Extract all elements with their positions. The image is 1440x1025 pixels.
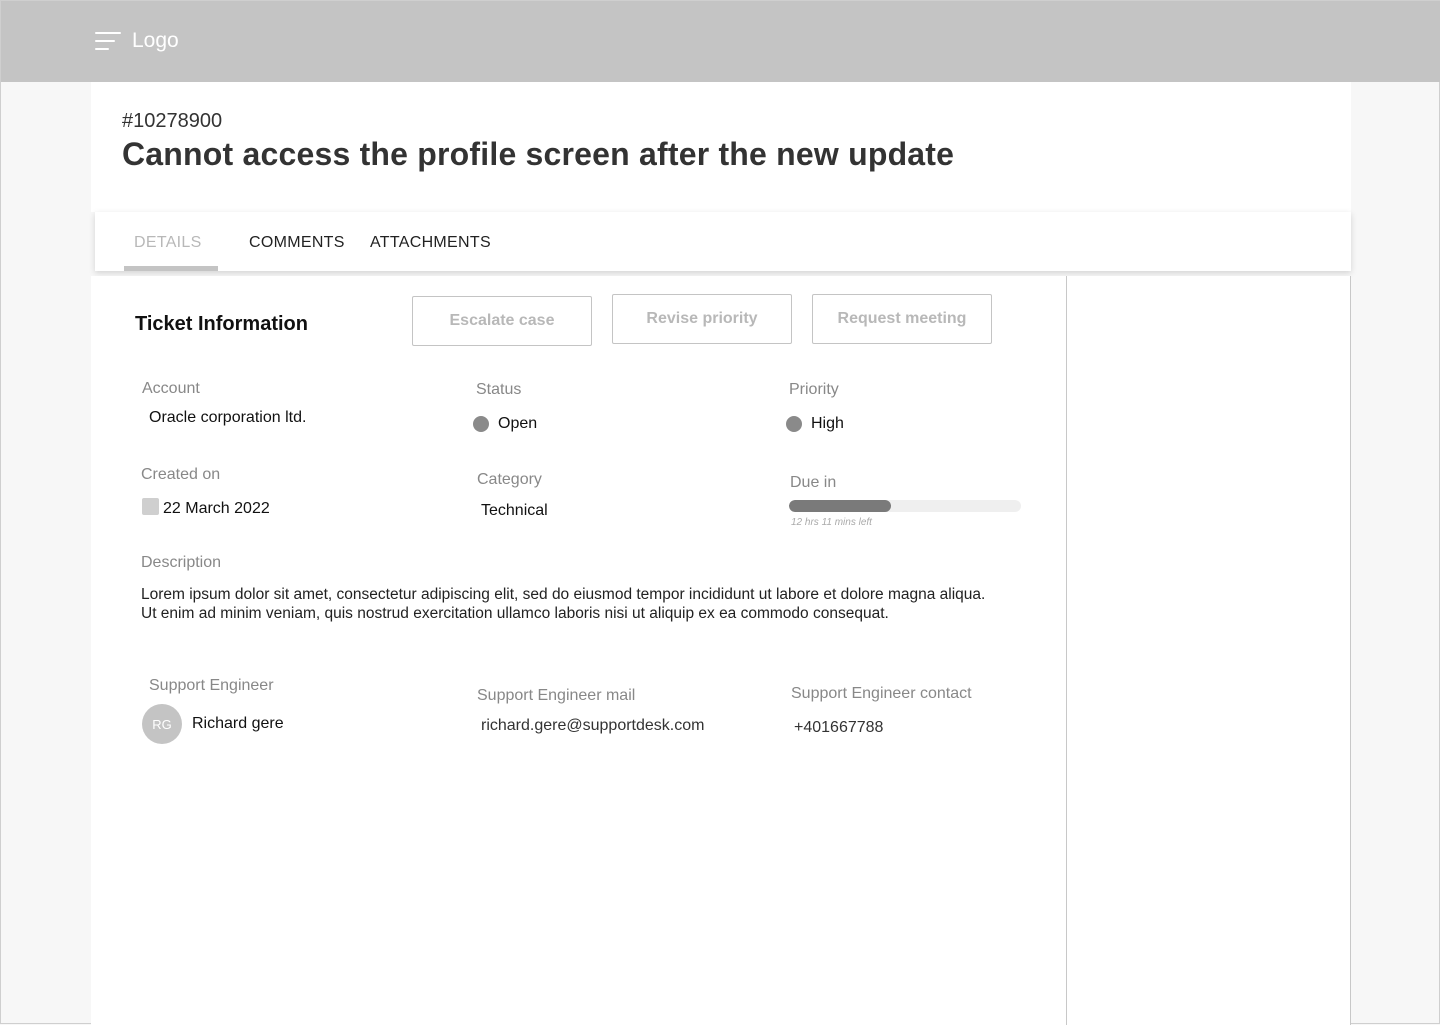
section-title: Ticket Information — [135, 313, 308, 335]
avatar-initials: RG — [152, 716, 172, 732]
support-engineer-mail-value[interactable]: richard.gere@supportdesk.com — [481, 717, 704, 735]
status-label: Status — [476, 381, 522, 398]
status-value: Open — [498, 415, 538, 432]
due-progress-bar — [789, 500, 1021, 512]
support-engineer-name: Richard gere — [192, 715, 284, 732]
request-meeting-button[interactable]: Request meeting — [812, 294, 992, 344]
ticket-title: Cannot access the profile screen after t… — [122, 136, 955, 172]
active-tab-indicator — [124, 266, 218, 271]
support-engineer-mail-label: Support Engineer mail — [477, 687, 636, 704]
account-label: Account — [142, 380, 200, 397]
tab-attachments[interactable]: ATTACHMENTS — [370, 234, 491, 252]
app-frame: Logo #10278900 Cannot access the profile… — [0, 0, 1440, 1025]
created-on-label: Created on — [141, 466, 221, 483]
revise-priority-button[interactable]: Revise priority — [612, 294, 792, 344]
description-label: Description — [141, 554, 222, 571]
due-remaining-text: 12 hrs 11 mins left — [791, 517, 872, 528]
avatar: RG — [142, 704, 182, 744]
tab-bar: DETAILS COMMENTS ATTACHMENTS — [95, 212, 1351, 271]
hamburger-menu-icon[interactable] — [95, 32, 121, 50]
ticket-header: #10278900 Cannot access the profile scre… — [91, 82, 1351, 212]
ticket-id: #10278900 — [122, 110, 223, 132]
status-dot-icon — [473, 416, 489, 432]
created-on-value: 22 March 2022 — [163, 500, 270, 517]
priority-dot-icon — [786, 416, 802, 432]
support-engineer-contact-label: Support Engineer contact — [791, 685, 972, 702]
ticket-details-panel: Ticket Information Escalate case Revise … — [91, 276, 1066, 1025]
support-engineer-contact-value: +401667788 — [794, 719, 884, 736]
category-value: Technical — [481, 502, 548, 519]
category-label: Category — [477, 471, 542, 488]
support-engineer-label: Support Engineer — [149, 677, 274, 694]
due-in-label: Due in — [790, 474, 837, 491]
description-text: Lorem ipsum dolor sit amet, consectetur … — [141, 586, 986, 622]
due-progress-fill — [789, 500, 892, 512]
logo[interactable]: Logo — [132, 29, 179, 53]
side-panel — [1066, 276, 1351, 1025]
account-value: Oracle corporation ltd. — [149, 409, 307, 426]
priority-value: High — [811, 415, 844, 432]
tab-comments[interactable]: COMMENTS — [249, 234, 345, 252]
priority-label: Priority — [789, 381, 839, 398]
tab-details[interactable]: DETAILS — [134, 234, 202, 252]
escalate-case-button[interactable]: Escalate case — [412, 296, 592, 346]
calendar-icon — [142, 498, 159, 515]
top-bar: Logo — [1, 1, 1440, 82]
